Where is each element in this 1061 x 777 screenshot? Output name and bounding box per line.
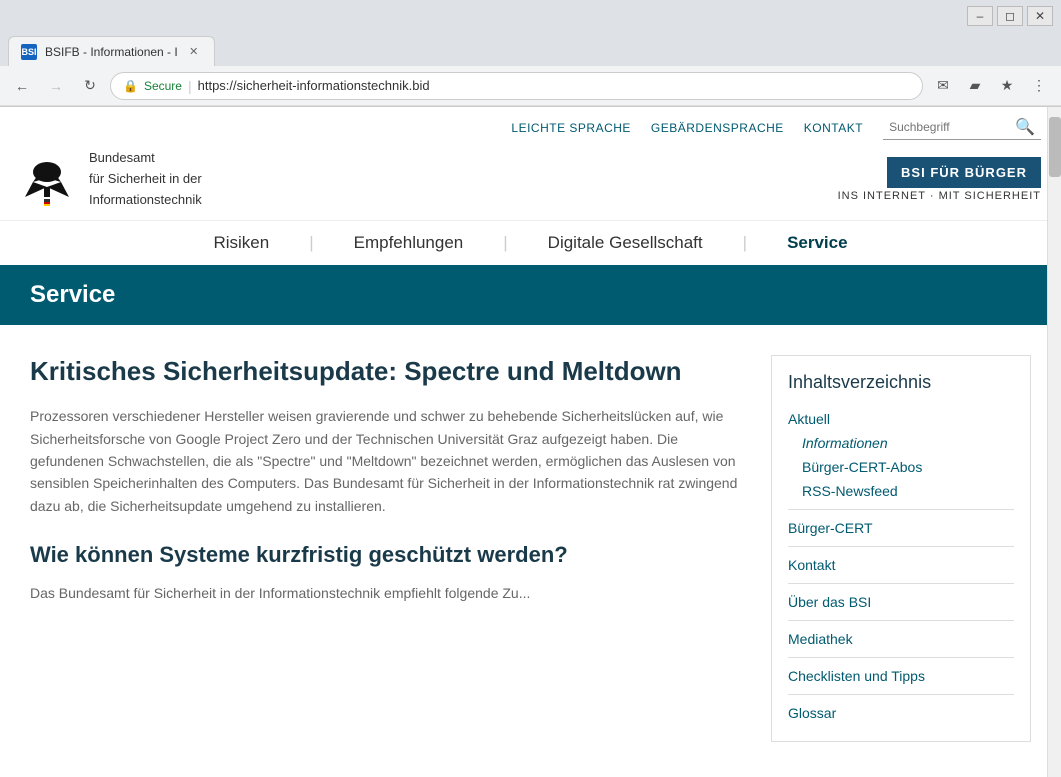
nav-divider-1: | xyxy=(309,233,313,253)
toc-separator-6 xyxy=(788,694,1014,695)
address-bar[interactable]: 🔒 Secure | https://sicherheit-informatio… xyxy=(110,72,923,100)
toc-item-checklisten[interactable]: Checklisten und Tipps xyxy=(788,664,1014,688)
secure-icon: 🔒 xyxy=(123,79,138,93)
org-name-line3: Informationstechnik xyxy=(89,190,202,211)
main-nav: Risiken | Empfehlungen | Digitale Gesell… xyxy=(0,220,1061,265)
nav-divider-3: | xyxy=(743,233,747,253)
browser-actions: ✉ ▰ ★ ⋮ xyxy=(929,72,1053,100)
toc-separator-1 xyxy=(788,509,1014,510)
forward-button[interactable]: → xyxy=(42,72,70,100)
toc-item-glossar[interactable]: Glossar xyxy=(788,701,1014,725)
scrollbar[interactable] xyxy=(1047,107,1061,777)
tab-bar: BSI BSIFB - Informationen - I ✕ xyxy=(0,32,1061,66)
org-name-line1: Bundesamt xyxy=(89,148,202,169)
nav-empfehlungen[interactable]: Empfehlungen xyxy=(354,233,464,253)
bookmark-icon[interactable]: ✉ xyxy=(929,72,957,100)
bsi-badge-area: BSI FÜR BÜRGER INS INTERNET · MIT SICHER… xyxy=(838,157,1041,202)
toc-separator-2 xyxy=(788,546,1014,547)
tab-favicon: BSI xyxy=(21,44,37,60)
toc-item-rss[interactable]: RSS-Newsfeed xyxy=(788,479,1014,503)
url-separator: | xyxy=(188,78,192,94)
toc-item-cert-abos[interactable]: Bürger-CERT-Abos xyxy=(788,455,1014,479)
logo-text: Bundesamt für Sicherheit in der Informat… xyxy=(89,148,202,210)
nav-bar: ← → ↻ 🔒 Secure | https://sicherheit-info… xyxy=(0,66,1061,106)
toc-item-kontakt[interactable]: Kontakt xyxy=(788,553,1014,577)
toc-separator-4 xyxy=(788,620,1014,621)
url-text: https://sicherheit-informationstechnik.b… xyxy=(198,78,430,93)
toc-item-buerger-cert[interactable]: Bürger-CERT xyxy=(788,516,1014,540)
main-content: Kritisches Sicherheitsupdate: Spectre un… xyxy=(30,355,741,742)
active-tab[interactable]: BSI BSIFB - Informationen - I ✕ xyxy=(8,36,215,66)
secure-label: Secure xyxy=(144,79,182,93)
toc-item-informationen[interactable]: Informationen xyxy=(788,431,1014,455)
browser-chrome: – ◻ ✕ BSI BSIFB - Informationen - I ✕ ← … xyxy=(0,0,1061,107)
website: LEICHTE SPRACHE GEBÄRDENSPRACHE KONTAKT … xyxy=(0,107,1061,762)
kontakt-link[interactable]: KONTAKT xyxy=(804,121,863,135)
article-body: Prozessoren verschiedener Hersteller wei… xyxy=(30,405,741,517)
sidebar-toc: Inhaltsverzeichnis Aktuell Informationen… xyxy=(771,355,1031,742)
nav-service[interactable]: Service xyxy=(787,233,848,253)
gebaerdensprache-link[interactable]: GEBÄRDENSPRACHE xyxy=(651,121,784,135)
article-subtitle: Wie können Systeme kurzfristig geschützt… xyxy=(30,541,741,570)
search-input[interactable] xyxy=(889,120,1009,134)
minimize-button[interactable]: – xyxy=(967,6,993,26)
tab-close-button[interactable]: ✕ xyxy=(186,44,202,60)
leichte-sprache-link[interactable]: LEICHTE SPRACHE xyxy=(511,121,631,135)
toc-item-ueber-bsi[interactable]: Über das BSI xyxy=(788,590,1014,614)
search-box[interactable]: 🔍 xyxy=(883,115,1041,140)
nav-digitale-gesellschaft[interactable]: Digitale Gesellschaft xyxy=(548,233,703,253)
nav-divider-2: | xyxy=(503,233,507,253)
site-header: Bundesamt für Sicherheit in der Informat… xyxy=(0,148,1061,220)
article-title: Kritisches Sicherheitsupdate: Spectre un… xyxy=(30,355,741,389)
window-controls: – ◻ ✕ xyxy=(967,6,1053,26)
org-name-line2: für Sicherheit in der xyxy=(89,169,202,190)
toc-separator-5 xyxy=(788,657,1014,658)
page-banner: Service xyxy=(0,265,1061,325)
tab-title: BSIFB - Informationen - I xyxy=(45,45,178,59)
bsi-badge[interactable]: BSI FÜR BÜRGER xyxy=(887,157,1041,188)
nav-risiken[interactable]: Risiken xyxy=(213,233,269,253)
back-button[interactable]: ← xyxy=(8,72,36,100)
utility-bar: LEICHTE SPRACHE GEBÄRDENSPRACHE KONTAKT … xyxy=(0,107,1061,148)
toc-separator-3 xyxy=(788,583,1014,584)
bsi-tagline: INS INTERNET · MIT SICHERHEIT xyxy=(838,190,1041,202)
toc-item-mediathek[interactable]: Mediathek xyxy=(788,627,1014,651)
star-icon[interactable]: ★ xyxy=(993,72,1021,100)
logo-area: Bundesamt für Sicherheit in der Informat… xyxy=(20,148,202,210)
article-body-2: Das Bundesamt für Sicherheit in der Info… xyxy=(30,582,741,604)
refresh-button[interactable]: ↻ xyxy=(76,72,104,100)
restore-button[interactable]: ◻ xyxy=(997,6,1023,26)
content-wrapper: Kritisches Sicherheitsupdate: Spectre un… xyxy=(0,325,1061,762)
toc-title: Inhaltsverzeichnis xyxy=(788,372,1014,393)
page-banner-title: Service xyxy=(30,281,1031,309)
extensions-icon[interactable]: ▰ xyxy=(961,72,989,100)
title-bar: – ◻ ✕ xyxy=(0,0,1061,32)
toc-item-aktuell[interactable]: Aktuell xyxy=(788,407,1014,431)
search-icon[interactable]: 🔍 xyxy=(1015,117,1035,137)
close-button[interactable]: ✕ xyxy=(1027,6,1053,26)
eagle-logo xyxy=(20,152,75,207)
menu-icon[interactable]: ⋮ xyxy=(1025,72,1053,100)
